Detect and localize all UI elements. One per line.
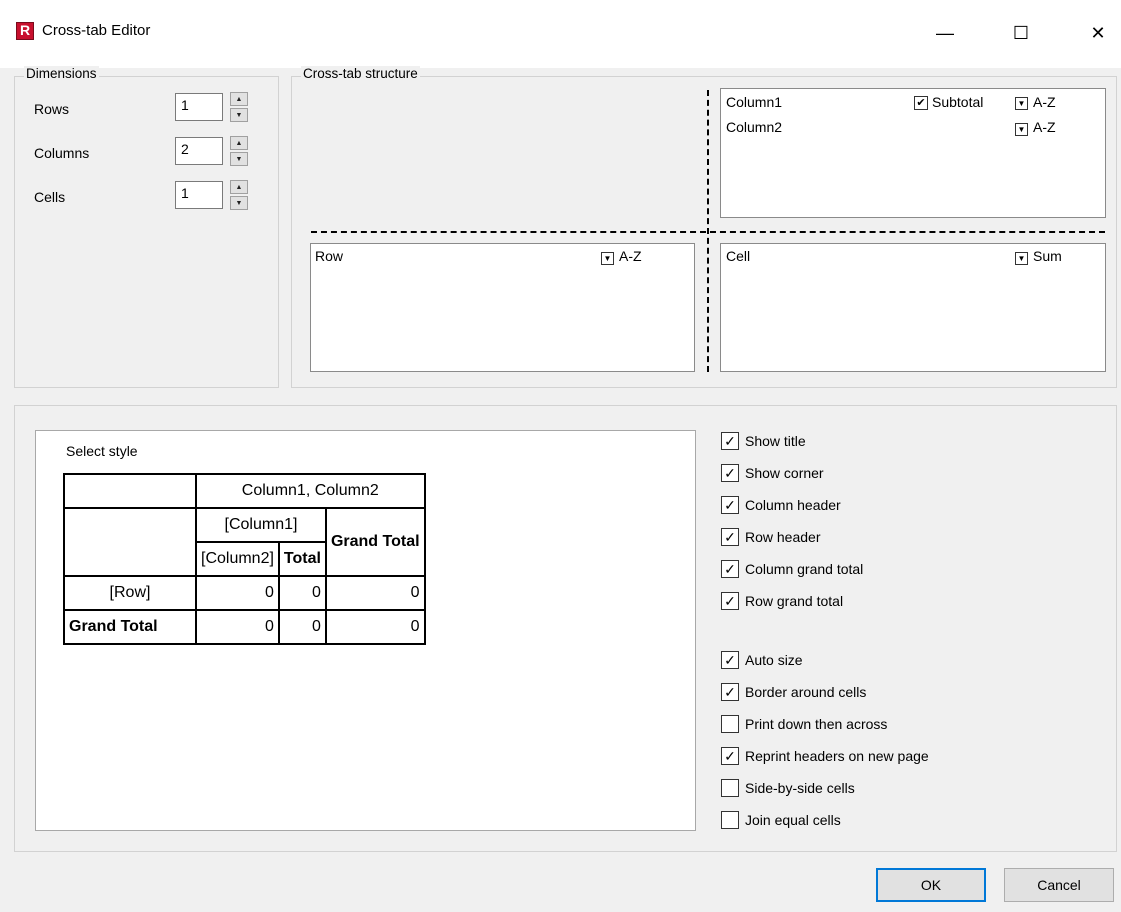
join-equal-label: Join equal cells (745, 812, 841, 828)
show-corner-option[interactable]: ✓ Show corner (721, 463, 863, 483)
show-title-option[interactable]: ✓ Show title (721, 431, 863, 451)
auto-size-checkbox[interactable]: ✓ (721, 651, 739, 669)
grand-total-column-header: Grand Total (324, 507, 426, 577)
dimensions-legend: Dimensions (24, 66, 99, 81)
column-header-checkbox[interactable]: ✓ (721, 496, 739, 514)
row-header-checkbox[interactable]: ✓ (721, 528, 739, 546)
total-header-cell: Total (277, 541, 327, 577)
cell-func-dropdown-icon[interactable]: ▼ (1015, 252, 1028, 265)
maximize-button[interactable]: ☐ (998, 16, 1044, 50)
app-icon: R (16, 22, 34, 40)
dimensions-group (14, 76, 279, 388)
minimize-button[interactable]: — (922, 16, 968, 50)
row-header-option[interactable]: ✓ Row header (721, 527, 863, 547)
column2-sort-label: A-Z (1033, 119, 1056, 135)
cancel-button[interactable]: Cancel (1004, 868, 1114, 902)
cells-input[interactable]: 1 (175, 181, 223, 209)
show-title-label: Show title (745, 433, 806, 449)
row-grand-total-label: Row grand total (745, 593, 844, 609)
structure-divider-horizontal (311, 231, 1105, 233)
ok-button[interactable]: OK (876, 868, 986, 902)
columns-header-cell: Column1, Column2 (195, 473, 426, 509)
cell-item[interactable]: Cell (726, 248, 750, 264)
grand-value-cell: 0 (195, 609, 280, 645)
reprint-headers-checkbox[interactable]: ✓ (721, 747, 739, 765)
corner-cell (63, 473, 197, 509)
cells-up-button[interactable]: ▲ (230, 180, 248, 194)
column2-header-cell: [Column2] (195, 541, 280, 577)
column1-header-cell: [Column1] (195, 507, 327, 543)
auto-size-label: Auto size (745, 652, 803, 668)
columns-label: Columns (34, 145, 90, 161)
crosstab-preview-table: Column1, Column2 [Column1] Grand Total [… (63, 473, 426, 645)
columns-stepper[interactable]: ▲ ▼ (230, 136, 248, 166)
row-sort-dropdown-icon[interactable]: ▼ (601, 252, 614, 265)
row-grand-total-cell: 0 (324, 575, 426, 611)
row-grand-total-checkbox[interactable]: ✓ (721, 592, 739, 610)
row-item[interactable]: Row (315, 248, 343, 264)
show-corner-label: Show corner (745, 465, 824, 481)
rows-input[interactable]: 1 (175, 93, 223, 121)
column2-sort-dropdown-icon[interactable]: ▼ (1015, 123, 1028, 136)
grand-total-row-header: Grand Total (63, 609, 197, 645)
side-by-side-option[interactable]: Side-by-side cells (721, 778, 929, 798)
join-equal-option[interactable]: Join equal cells (721, 810, 929, 830)
column-grand-total-checkbox[interactable]: ✓ (721, 560, 739, 578)
corner-cell-lower (63, 507, 197, 577)
subtotal-checkbox[interactable]: ✔ (914, 96, 928, 110)
print-down-checkbox[interactable] (721, 715, 739, 733)
auto-size-option[interactable]: ✓ Auto size (721, 650, 929, 670)
join-equal-checkbox[interactable] (721, 811, 739, 829)
window-title: Cross-tab Editor (42, 22, 151, 39)
column1-sort-dropdown-icon[interactable]: ▼ (1015, 97, 1028, 110)
rows-up-button[interactable]: ▲ (230, 92, 248, 106)
subtotal-label: Subtotal (932, 94, 984, 110)
border-around-cells-option[interactable]: ✓ Border around cells (721, 682, 929, 702)
column-grand-total-label: Column grand total (745, 561, 864, 577)
print-down-option[interactable]: Print down then across (721, 714, 929, 734)
rows-down-button[interactable]: ▼ (230, 108, 248, 122)
column1-sort-label: A-Z (1033, 94, 1056, 110)
grand-grand-total-cell: 0 (324, 609, 426, 645)
cell-func-label: Sum (1033, 248, 1062, 264)
columns-input[interactable]: 2 (175, 137, 223, 165)
print-down-label: Print down then across (745, 716, 888, 732)
select-style-label: Select style (66, 443, 138, 459)
cells-stepper[interactable]: ▲ ▼ (230, 180, 248, 210)
reprint-headers-option[interactable]: ✓ Reprint headers on new page (721, 746, 929, 766)
row-grand-total-option[interactable]: ✓ Row grand total (721, 591, 863, 611)
grand-total-cell: 0 (277, 609, 327, 645)
show-corner-checkbox[interactable]: ✓ (721, 464, 739, 482)
cells-label: Cells (34, 189, 66, 205)
column1-item[interactable]: Column1 (726, 94, 782, 110)
close-button[interactable]: ✕ (1075, 16, 1121, 50)
side-by-side-checkbox[interactable] (721, 779, 739, 797)
column2-item[interactable]: Column2 (726, 119, 782, 135)
border-around-cells-label: Border around cells (745, 684, 867, 700)
rows-stepper[interactable]: ▲ ▼ (230, 92, 248, 122)
cells-down-button[interactable]: ▼ (230, 196, 248, 210)
border-around-cells-checkbox[interactable]: ✓ (721, 683, 739, 701)
row-total-cell: 0 (277, 575, 327, 611)
column-grand-total-option[interactable]: ✓ Column grand total (721, 559, 863, 579)
columns-down-button[interactable]: ▼ (230, 152, 248, 166)
row-value-cell: 0 (195, 575, 280, 611)
reprint-headers-label: Reprint headers on new page (745, 748, 929, 764)
row-header-label: Row header (745, 529, 821, 545)
structure-legend: Cross-tab structure (301, 66, 420, 81)
row-sort-label: A-Z (619, 248, 642, 264)
row-header-cell: [Row] (63, 575, 197, 611)
rows-label: Rows (34, 101, 70, 117)
column-header-option[interactable]: ✓ Column header (721, 495, 863, 515)
display-options: ✓ Show title ✓ Show corner ✓ Column head… (721, 431, 863, 611)
side-by-side-label: Side-by-side cells (745, 780, 855, 796)
column-header-label: Column header (745, 497, 841, 513)
show-title-checkbox[interactable]: ✓ (721, 432, 739, 450)
columns-up-button[interactable]: ▲ (230, 136, 248, 150)
layout-options: ✓ Auto size ✓ Border around cells Print … (721, 650, 929, 830)
